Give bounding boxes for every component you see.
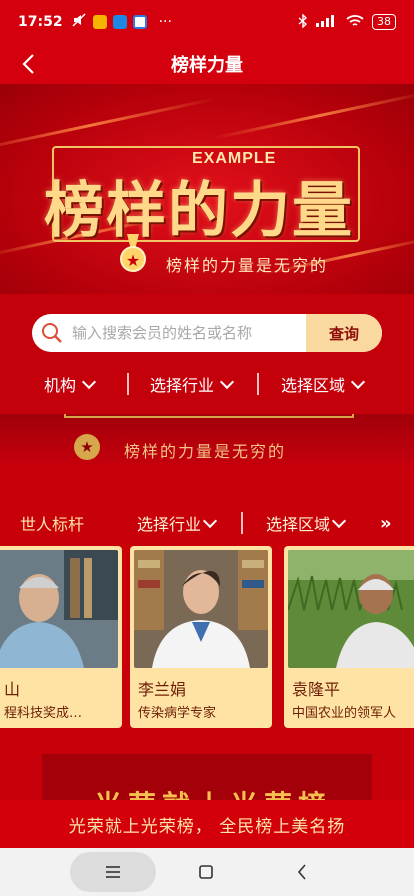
filter-region-label: 选择区域 [281, 376, 346, 395]
search-icon [32, 322, 72, 344]
card-description: 中国农业的领军人 [292, 706, 397, 721]
filter-industry-label: 选择行业 [150, 376, 215, 395]
status-bar: 17:52 ··· 38 [0, 0, 414, 44]
filter-divider [257, 373, 259, 395]
nav-bar: 榜样力量 [0, 44, 414, 84]
card-name: 山 [4, 680, 21, 699]
system-nav-bar [0, 848, 414, 896]
system-back-button[interactable] [288, 860, 316, 884]
role-model-card[interactable]: 李兰娟 传染病学专家 [130, 546, 272, 728]
filter-region[interactable]: 选择区域 [281, 372, 366, 396]
chat-app-icon [112, 15, 127, 29]
portrait-photo [134, 550, 268, 668]
app-notification-icon [132, 15, 147, 29]
filter-organization[interactable]: 机构 [44, 372, 97, 396]
menu-button[interactable] [70, 852, 156, 892]
search-bar: 查询 [32, 314, 382, 352]
portrait-photo [0, 550, 118, 668]
hero-example-text: EXAMPLE [192, 150, 277, 167]
chevron-left-icon [297, 864, 306, 880]
more-notifications-icon: ··· [158, 14, 172, 30]
mute-icon [71, 12, 87, 32]
medal-icon: ★ [120, 246, 146, 272]
section-divider [241, 512, 243, 534]
chevron-down-icon [331, 513, 347, 528]
wifi-icon [346, 14, 364, 31]
bottom-banner-text: 光荣就上光荣榜 [94, 784, 332, 800]
hero-title: 榜样的力量 [44, 176, 354, 246]
chevron-down-icon [350, 374, 366, 389]
bluetooth-icon [298, 12, 308, 31]
square-home-icon [199, 865, 213, 879]
filter-divider [127, 373, 129, 395]
section-title: 世人标杆 [20, 515, 85, 534]
section-filter-region-label: 选择区域 [266, 515, 331, 534]
search-input[interactable] [72, 324, 306, 342]
secondary-banner: ★ 榜样的力量是无穷的 [0, 414, 414, 466]
chevron-down-icon [81, 374, 97, 389]
chevron-left-icon [22, 54, 34, 74]
chevron-down-icon [202, 513, 218, 528]
slogan-bar: 光荣就上光荣榜， 全民榜上美名扬 [0, 800, 414, 848]
signal-icon [316, 14, 338, 30]
role-model-cards: 山 程科技奖成… 李兰娟 传染病学专家 袁隆平 中国农业的领军人 [0, 546, 414, 730]
filter-organization-label: 机构 [44, 376, 77, 395]
filter-bar: 机构 选择行业 选择区域 [0, 370, 414, 398]
card-description: 传染病学专家 [138, 706, 217, 721]
section-filter-industry[interactable]: 选择行业 [137, 511, 218, 535]
medal-icon: ★ [74, 434, 100, 460]
search-button[interactable]: 查询 [306, 314, 382, 352]
more-arrow-icon[interactable]: » [380, 513, 392, 534]
status-system-icons: 38 [298, 12, 396, 31]
section-filter-industry-label: 选择行业 [137, 515, 202, 534]
hero-banner: 榜样的力量 EXAMPLE ★ 榜样的力量是无穷的 [0, 84, 414, 294]
weibo-icon [92, 15, 107, 29]
bottom-banner: 光荣就上光荣榜 [42, 754, 372, 800]
battery-icon: 38 [372, 14, 396, 30]
card-name: 李兰娟 [138, 680, 187, 699]
back-button[interactable] [14, 50, 42, 78]
chevron-down-icon [219, 374, 235, 389]
menu-icon [106, 866, 120, 878]
role-model-card[interactable]: 山 程科技奖成… [0, 546, 122, 728]
hero-subtitle: 榜样的力量是无穷的 [166, 256, 329, 275]
page-title: 榜样力量 [171, 55, 243, 76]
card-name: 袁隆平 [292, 680, 341, 699]
banner2-frame [64, 414, 354, 418]
home-button[interactable] [192, 860, 220, 884]
section-filter-region[interactable]: 选择区域 [266, 511, 347, 535]
portrait-photo [288, 550, 414, 668]
section-header: 世人标杆 选择行业 选择区域 » [0, 508, 414, 538]
role-model-card[interactable]: 袁隆平 中国农业的领军人 [284, 546, 414, 728]
status-notification-icons: ··· [71, 12, 172, 32]
banner2-subtitle: 榜样的力量是无穷的 [124, 442, 287, 461]
card-description: 程科技奖成… [4, 706, 83, 721]
filter-industry[interactable]: 选择行业 [150, 372, 235, 396]
status-time: 17:52 [18, 14, 63, 30]
